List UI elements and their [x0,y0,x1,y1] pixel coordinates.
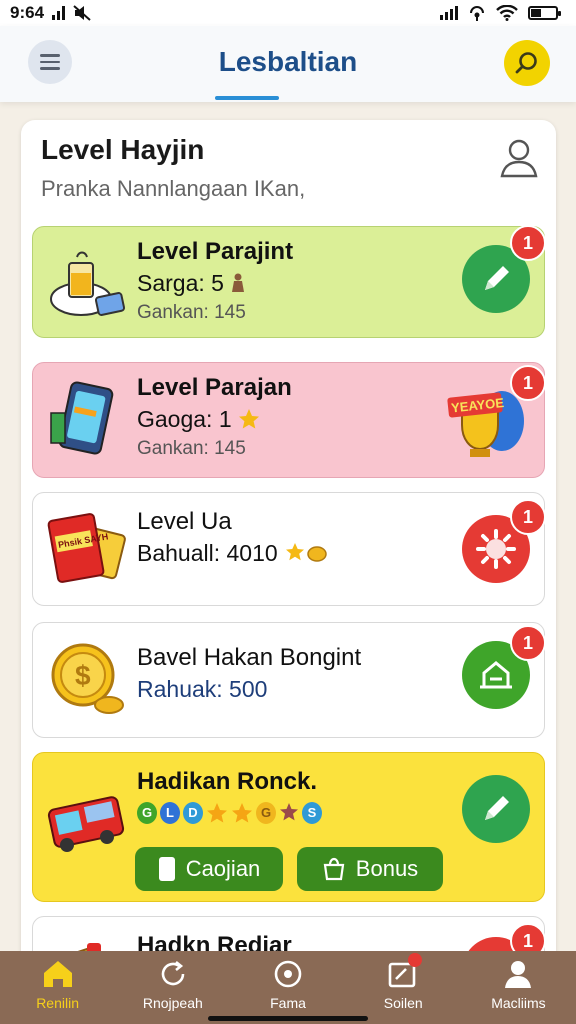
star-icon [238,409,259,429]
nav-item-refresh[interactable]: Rnojpeah [115,951,230,1024]
bonus-button[interactable]: Bonus [297,847,443,891]
drink-illustration [50,251,126,316]
target-icon [274,960,302,988]
user-icon [500,139,538,178]
nav-label: Soilen [383,995,423,1011]
card-title: Level Parajan [137,374,292,401]
panel-subtitle: Pranka Nannlangaan IKan, [41,176,306,201]
card-stat: Bahuall: 4010 [137,540,278,566]
nav-label: Renilin [36,995,79,1011]
cell-signal-icon [440,6,458,20]
svg-text:$: $ [75,660,91,691]
card-subtext: Gankan: 145 [137,302,246,323]
home-indicator [208,1016,368,1021]
battery-icon [528,6,561,20]
token-icon: G [256,802,276,824]
token-icon: G [137,802,157,824]
gold-coin-illustration: $ [51,643,124,714]
caojian-button[interactable]: Caojian [135,847,283,891]
nav-item-notes[interactable]: Soilen [346,951,461,1024]
card-stat: Rahuak: 500 [137,676,268,702]
refresh-icon [161,960,185,986]
token-icon: S [302,802,322,824]
token-icon: L [160,802,180,824]
profile-button[interactable] [500,138,538,183]
pencil-icon [485,266,509,290]
gear-icon [476,529,516,569]
home-icon [43,961,72,987]
app-header: Lesbaltian [0,26,576,102]
voucher-illustration: Phsik SAYH [47,513,126,583]
edit-button[interactable] [462,775,530,843]
pencil-icon [485,796,509,820]
nav-item-target[interactable]: Fama [230,951,345,1024]
figure-icon [280,803,298,821]
star-icon [232,803,252,823]
mute-icon [73,5,91,21]
card-title: Bavel Hakan Bongint [137,644,362,671]
nav-label: Rnojpeah [142,995,203,1011]
levels-panel: Level Hayjin Pranka Nannlangaan IKan, Le… [21,120,556,980]
nav-item-profile[interactable]: Macliims [461,951,576,1024]
search-button[interactable] [504,40,550,86]
store-icon [480,661,512,689]
wifi-icon [496,5,518,21]
star-icon [207,803,227,823]
card-title: Level Parajint [137,238,294,265]
figure-icon [231,273,244,292]
panel-title: Level Hayjin [41,134,205,165]
active-tab-indicator [215,96,279,100]
card-stat: Sarga: 5 [137,270,224,296]
card-subtext: Gankan: 145 [137,438,246,459]
notification-badge: 1 [510,225,546,261]
signal-icon [52,6,66,20]
token-icon: D [183,802,203,824]
profile-icon [505,961,532,988]
notification-badge: 1 [510,499,546,535]
card-title: Hadikan Ronck. [137,768,318,795]
notification-badge: 1 [510,365,546,401]
reward-tokens: G L D G S [137,797,322,829]
level-card[interactable]: Level Parajan Gaoga: 1 Gankan: 145 YEAYO… [32,362,546,478]
notification-badge: 1 [510,625,546,661]
hotspot-icon [470,6,484,21]
button-label: Bonus [355,856,419,881]
level-card[interactable]: $ Bavel Hakan Bongint Rahuak: 500 1 [32,622,546,738]
nav-item-home[interactable]: Renilin [0,951,115,1024]
bonus-card[interactable]: Hadikan Ronck. G L D G S Caojian Bonus [32,752,545,902]
level-card[interactable]: Level Parajint Sarga: 5 Gankan: 145 1 [32,225,546,338]
button-label: Caojian [185,856,261,881]
coins-icon [285,543,327,562]
card-icon [158,857,175,881]
bottom-nav: Renilin Rnojpeah Fama Soilen Macliims [0,951,576,1024]
nav-label: Fama [270,995,306,1011]
status-bar: 9:64 [0,0,576,26]
card-stat: Gaoga: 1 [137,406,232,432]
nav-label: Macliims [491,995,546,1011]
status-time: 9:64 [10,3,45,22]
level-card[interactable]: Phsik SAYH Level Ua Bahuall: 4010 1 [32,492,546,606]
phone-illustration [50,381,114,455]
search-icon [515,52,537,74]
card-title: Level Ua [137,508,232,535]
truck-illustration [47,796,125,852]
nav-badge [407,953,422,967]
page-title: Lesbaltian [218,46,358,77]
bag-icon [323,857,345,881]
